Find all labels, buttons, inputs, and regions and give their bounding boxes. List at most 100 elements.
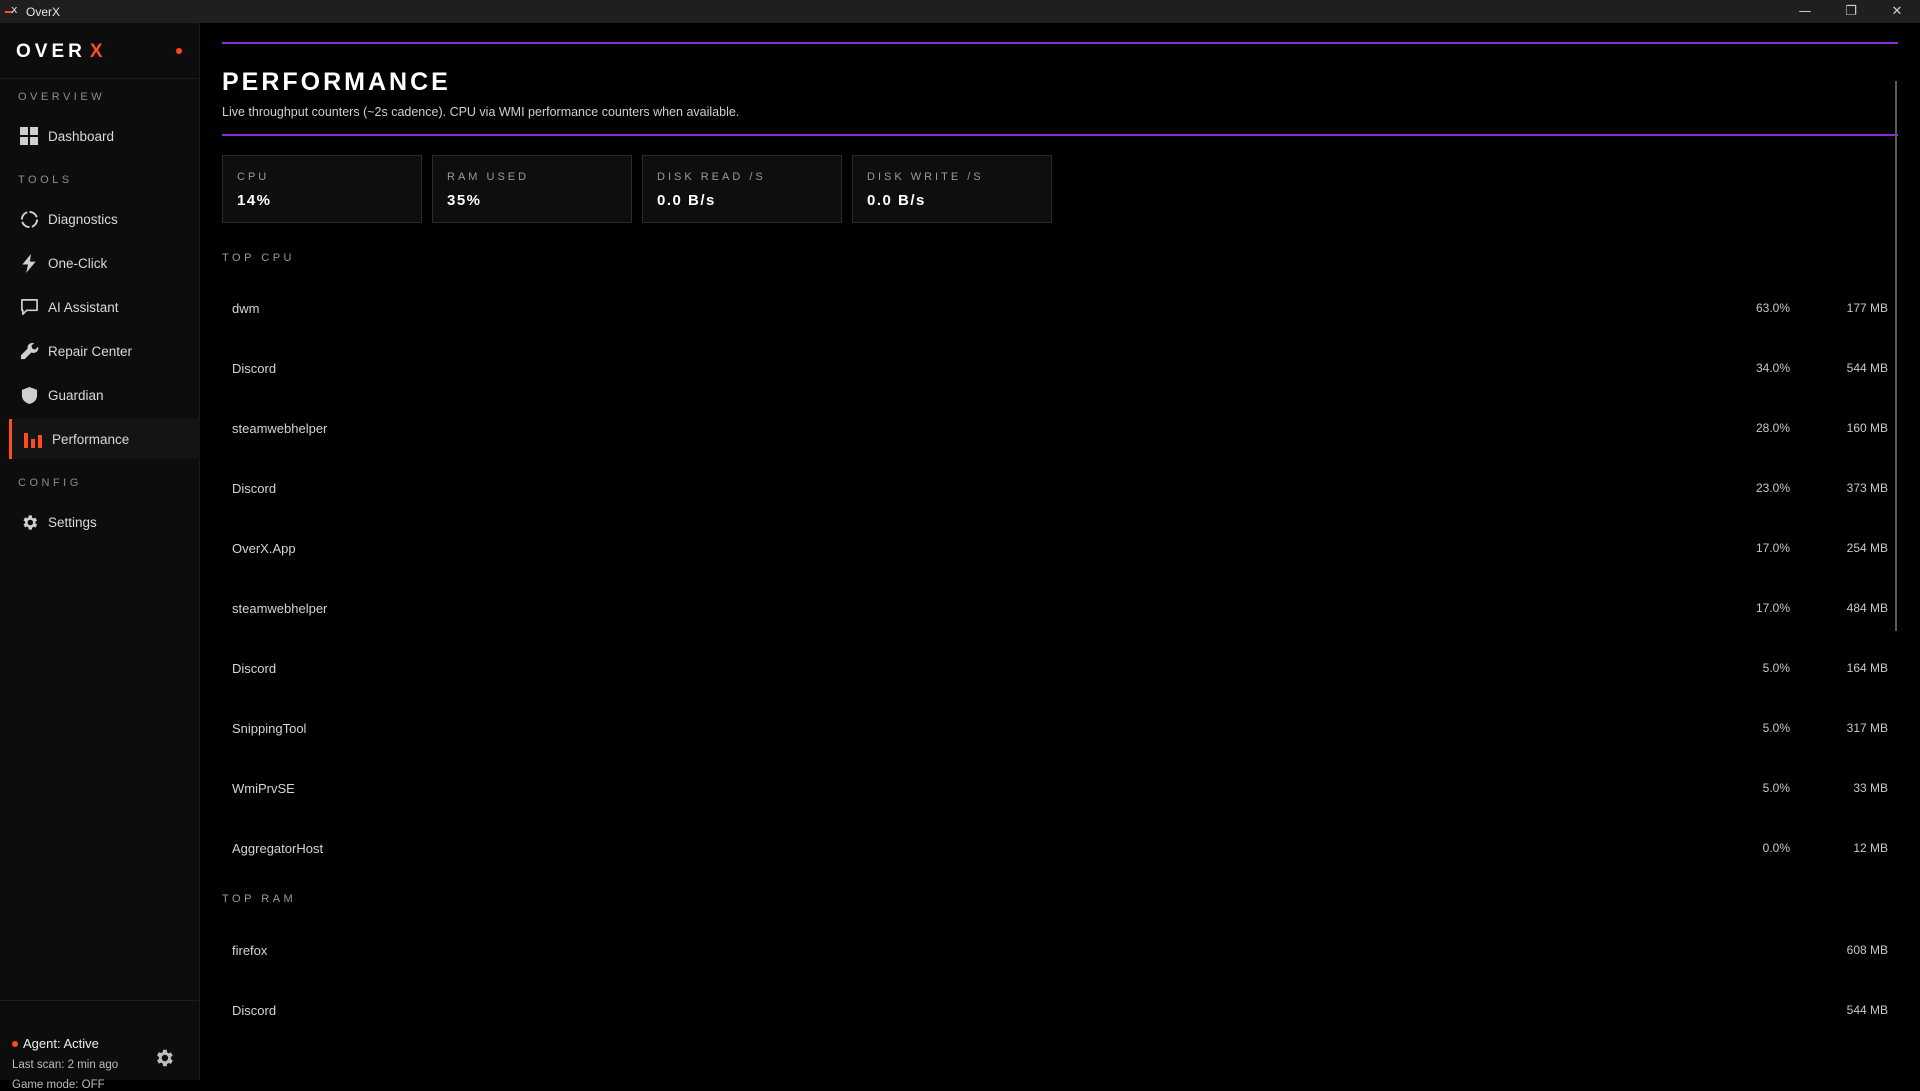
process-mem: 373 MB: [1846, 481, 1888, 495]
stat-label: CPU: [237, 171, 270, 183]
process-name: Discord: [232, 481, 277, 496]
process-mem: 254 MB: [1846, 541, 1888, 555]
status-dot: [176, 48, 182, 54]
grid-icon: [19, 126, 39, 146]
sidebar-item-repair-center[interactable]: Repair Center: [10, 331, 198, 371]
process-name: OverX.App: [232, 541, 296, 556]
gear-icon: [19, 512, 39, 532]
process-mem: 177 MB: [1846, 301, 1888, 315]
process-name: dwm: [232, 301, 260, 316]
title-bar: OverX — ❐ ✕: [0, 0, 1920, 23]
app-logo-icon: [4, 3, 18, 19]
sidebar-item-performance[interactable]: Performance: [9, 419, 200, 459]
process-row: dwm 63.0% 177 MB: [222, 294, 1892, 324]
sidebar-footer-divider: [0, 1000, 199, 1001]
agent-status: Agent: Active: [12, 1036, 99, 1051]
last-scan-text: Last scan: 2 min ago: [12, 1059, 119, 1071]
process-row: steamwebhelper 28.0% 160 MB: [222, 414, 1892, 444]
process-cpu: 23.0%: [1755, 481, 1790, 495]
sidebar-item-label: One-Click: [48, 255, 108, 271]
sidebar-item-diagnostics[interactable]: Diagnostics: [10, 199, 198, 239]
sidebar-item-settings[interactable]: Settings: [10, 502, 198, 542]
process-row: Discord 23.0% 373 MB: [222, 474, 1892, 504]
process-cpu: 17.0%: [1755, 541, 1790, 555]
main-content: PERFORMANCE Live throughput counters (~2…: [200, 23, 1920, 1080]
shield-icon: [19, 385, 39, 405]
sidebar-item-label: Guardian: [48, 387, 104, 403]
section-label-tools: TOOLS: [18, 174, 73, 186]
sidebar-item-guardian[interactable]: Guardian: [10, 375, 198, 415]
process-row: steamwebhelper 17.0% 484 MB: [222, 594, 1892, 624]
sidebar-item-dashboard[interactable]: Dashboard: [10, 116, 198, 156]
stat-card-cpu: CPU 14%: [222, 155, 422, 223]
sidebar-item-label: Repair Center: [48, 343, 133, 359]
sidebar-item-ai-assistant[interactable]: AI Assistant: [10, 287, 198, 327]
process-mem: 164 MB: [1846, 661, 1888, 675]
stat-label: DISK WRITE /S: [867, 171, 984, 183]
process-mem: 33 MB: [1853, 781, 1888, 795]
process-mem: 317 MB: [1846, 721, 1888, 735]
process-cpu: 34.0%: [1755, 361, 1790, 375]
process-row: firefox 608 MB: [222, 936, 1892, 966]
stat-value: 35%: [447, 192, 482, 209]
process-cpu: 5.0%: [1762, 781, 1790, 795]
close-button[interactable]: ✕: [1874, 0, 1920, 23]
wrench-icon: [19, 341, 39, 361]
stat-value: 0.0 B/s: [867, 192, 926, 209]
sidebar-item-label: AI Assistant: [48, 299, 119, 315]
header-accent-top: [222, 42, 1898, 44]
sidebar-divider: [0, 78, 199, 79]
top-cpu-heading: TOP CPU: [222, 252, 295, 264]
agent-status-text: Agent: Active: [23, 1036, 99, 1051]
process-row: Discord 544 MB: [222, 996, 1892, 1026]
process-row: WmiPrvSE 5.0% 33 MB: [222, 774, 1892, 804]
process-mem: 484 MB: [1846, 601, 1888, 615]
process-name: WmiPrvSE: [232, 781, 295, 796]
stat-label: DISK READ /S: [657, 171, 766, 183]
restore-button[interactable]: ❐: [1828, 0, 1874, 23]
stat-value: 14%: [237, 192, 272, 209]
section-label-config: CONFIG: [18, 477, 82, 489]
sidebar-item-label: Performance: [52, 431, 130, 447]
bolt-icon: [19, 253, 39, 273]
process-mem: 608 MB: [1846, 943, 1888, 957]
sidebar-item-one-click[interactable]: One-Click: [10, 243, 198, 283]
window-controls: — ❐ ✕: [1782, 0, 1920, 23]
process-mem: 544 MB: [1846, 1003, 1888, 1017]
process-name: firefox: [232, 943, 268, 958]
top-ram-heading: TOP RAM: [222, 893, 297, 905]
minimize-button[interactable]: —: [1782, 0, 1828, 23]
stat-card-disk-read: DISK READ /S 0.0 B/s: [642, 155, 842, 223]
process-cpu: 17.0%: [1755, 601, 1790, 615]
process-name: Discord: [232, 1003, 277, 1018]
circle-icon: [19, 209, 39, 229]
process-row: Discord 34.0% 544 MB: [222, 354, 1892, 384]
section-label-overview: OVERVIEW: [18, 91, 106, 103]
sidebar: OVER X OVERVIEW Dashboard TOOLS Diagnosti…: [0, 23, 200, 1091]
process-cpu: 5.0%: [1762, 721, 1790, 735]
sidebar-item-label: Dashboard: [48, 128, 115, 144]
process-row: Discord 5.0% 164 MB: [222, 654, 1892, 684]
game-mode-text: Game mode: OFF: [12, 1079, 105, 1091]
process-row: AggregatorHost 0.0% 12 MB: [222, 834, 1892, 864]
header-accent-bottom: [222, 134, 1898, 136]
stat-card-ram: RAM USED 35%: [432, 155, 632, 223]
process-cpu: 63.0%: [1755, 301, 1790, 315]
stat-label: RAM USED: [447, 171, 530, 183]
window-title: OverX: [26, 4, 61, 19]
gear-icon: [157, 1049, 173, 1067]
stat-value: 0.0 B/s: [657, 192, 716, 209]
process-mem: 160 MB: [1846, 421, 1888, 435]
process-name: SnippingTool: [232, 721, 307, 736]
process-name: Discord: [232, 661, 277, 676]
process-row: SnippingTool 5.0% 317 MB: [222, 714, 1892, 744]
footer-settings-button[interactable]: [153, 1047, 175, 1069]
process-name: Discord: [232, 361, 277, 376]
chat-icon: [19, 297, 39, 317]
agent-status-dot: [12, 1040, 18, 1047]
page-title: PERFORMANCE: [222, 68, 451, 96]
sidebar-item-label: Diagnostics: [48, 211, 118, 227]
process-mem: 12 MB: [1853, 841, 1888, 855]
scrollbar[interactable]: [1895, 81, 1897, 631]
process-row: OverX.App 17.0% 254 MB: [222, 534, 1892, 564]
